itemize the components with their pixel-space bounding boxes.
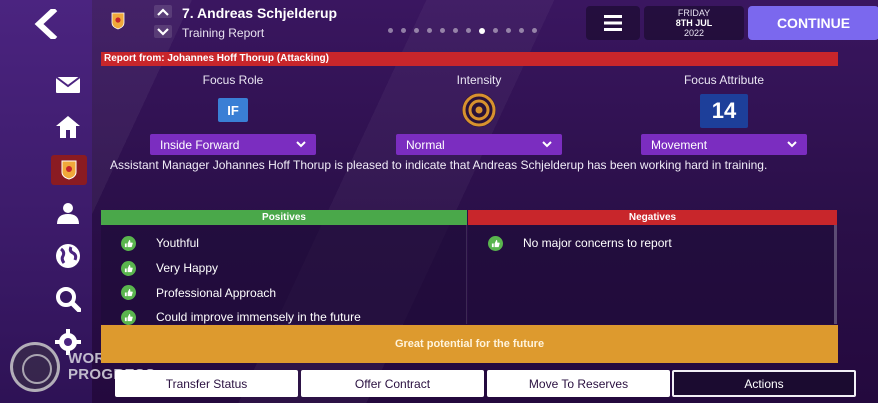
sidebar-item-club[interactable]: [51, 155, 87, 185]
positives-column: Positives Youthful Very Happy Professional…: [101, 210, 467, 325]
intensity-visual: [396, 90, 562, 130]
page-dot[interactable]: [506, 28, 511, 33]
focus-attribute-visual: 14: [641, 90, 807, 130]
focus-attribute-label: Focus Attribute: [683, 73, 765, 87]
thumbs-up-icon: [121, 309, 136, 325]
player-name[interactable]: 7. Andreas Schjelderup: [182, 5, 337, 21]
menu-icon: [604, 15, 622, 31]
page-indicator: [388, 27, 537, 34]
positive-item: Youthful: [101, 231, 466, 256]
page-dot[interactable]: [493, 28, 498, 33]
intensity-value: Normal: [406, 137, 445, 152]
negatives-list: No major concerns to report: [468, 225, 837, 324]
negatives-column: Negatives No major concerns to report: [468, 210, 837, 324]
people-icon: [57, 203, 79, 224]
sidebar: WORK IN PROGRESS: [0, 0, 155, 403]
sidebar-item-home[interactable]: [50, 113, 86, 141]
intensity-label: Intensity: [456, 73, 502, 87]
sidebar-item-world[interactable]: [50, 242, 86, 270]
report-type: Training Report: [182, 26, 265, 40]
positive-item-label: Professional Approach: [156, 285, 277, 300]
focus-attribute-value: Movement: [651, 137, 708, 152]
focus-role-label: Focus Role: [202, 73, 264, 87]
intensity-dropdown[interactable]: Normal: [396, 134, 562, 155]
page-dot[interactable]: [388, 28, 393, 33]
thumbs-up-icon: [488, 235, 503, 251]
page-dot[interactable]: [519, 28, 524, 33]
page-dot[interactable]: [440, 28, 445, 33]
page-dot[interactable]: [401, 28, 406, 33]
action-bar: Transfer Status Offer Contract Move To R…: [0, 370, 878, 397]
home-icon: [56, 116, 80, 138]
page-dot-active[interactable]: [479, 27, 485, 34]
negatives-header: Negatives: [468, 210, 837, 225]
role-badge: IF: [218, 98, 248, 122]
offer-contract-button[interactable]: Offer Contract: [301, 370, 484, 397]
transfer-status-button[interactable]: Transfer Status: [115, 370, 298, 397]
club-crest-icon: [61, 160, 77, 180]
page-dot[interactable]: [453, 28, 458, 33]
actions-button[interactable]: Actions: [672, 370, 856, 397]
page-dot[interactable]: [532, 28, 537, 33]
date-year: 2022: [683, 28, 705, 38]
globe-icon: [56, 244, 80, 268]
date-day: FRIDAY: [677, 8, 711, 18]
assessment-table: Positives Youthful Very Happy Professional…: [101, 210, 837, 325]
focus-role-dropdown[interactable]: Inside Forward: [150, 134, 316, 155]
focus-role-value: Inside Forward: [160, 137, 240, 152]
page-dot[interactable]: [414, 28, 419, 33]
move-to-reserves-button[interactable]: Move To Reserves: [487, 370, 670, 397]
positive-item-label: Could improve immensely in the future: [156, 310, 361, 325]
report-description: Assistant Manager Johannes Hoff Thorup i…: [110, 158, 768, 172]
back-arrow-icon: [34, 9, 58, 39]
negative-item: No major concerns to report: [468, 231, 834, 256]
positive-item: Professional Approach: [101, 280, 466, 305]
continue-button[interactable]: CONTINUE: [748, 6, 878, 40]
date-date: 8TH JUL: [675, 18, 713, 28]
next-player-button[interactable]: [154, 25, 172, 38]
positives-list: Youthful Very Happy Professional Approach C…: [101, 225, 467, 325]
chevron-up-icon: [157, 7, 169, 16]
positive-item-label: Very Happy: [156, 261, 219, 276]
menu-button[interactable]: [586, 6, 640, 40]
intensity-column: Intensity Normal: [396, 72, 562, 155]
back-button[interactable]: [28, 6, 64, 42]
thumbs-up-icon: [121, 260, 136, 276]
negative-item-label: No major concerns to report: [523, 236, 672, 251]
mail-icon: [55, 76, 81, 93]
attribute-value-badge: 14: [700, 94, 748, 128]
club-crest-icon: [111, 12, 125, 30]
sidebar-item-search[interactable]: [50, 285, 86, 313]
positive-item: Very Happy: [101, 256, 466, 281]
date-display[interactable]: FRIDAY 8TH JUL 2022: [644, 6, 744, 40]
focus-role-visual: IF: [150, 90, 316, 130]
page-dot[interactable]: [466, 28, 471, 33]
potential-banner: Great potential for the future: [101, 325, 838, 363]
focus-role-column: Focus Role IF Inside Forward: [150, 72, 316, 155]
chevron-down-icon: [157, 27, 169, 36]
previous-player-button[interactable]: [154, 5, 172, 18]
thumbs-up-icon: [121, 235, 136, 251]
focus-attribute-dropdown[interactable]: Movement: [641, 134, 807, 155]
positive-item-label: Youthful: [156, 236, 199, 251]
page-dot[interactable]: [427, 28, 432, 33]
thumbs-up-icon: [121, 285, 136, 301]
search-icon: [56, 287, 81, 312]
chevron-down-icon: [787, 141, 797, 148]
positives-header: Positives: [101, 210, 467, 225]
header: 7. Andreas Schjelderup Training Report F…: [92, 0, 878, 48]
chevron-down-icon: [296, 141, 306, 148]
sidebar-item-inbox[interactable]: [50, 71, 86, 99]
report-source-bar: Report from: Johannes Hoff Thorup (Attac…: [101, 52, 838, 66]
focus-attribute-column: Focus Attribute 14 Movement: [641, 72, 807, 155]
chevron-down-icon: [542, 141, 552, 148]
target-icon: [462, 93, 496, 127]
sidebar-item-people[interactable]: [50, 199, 86, 227]
